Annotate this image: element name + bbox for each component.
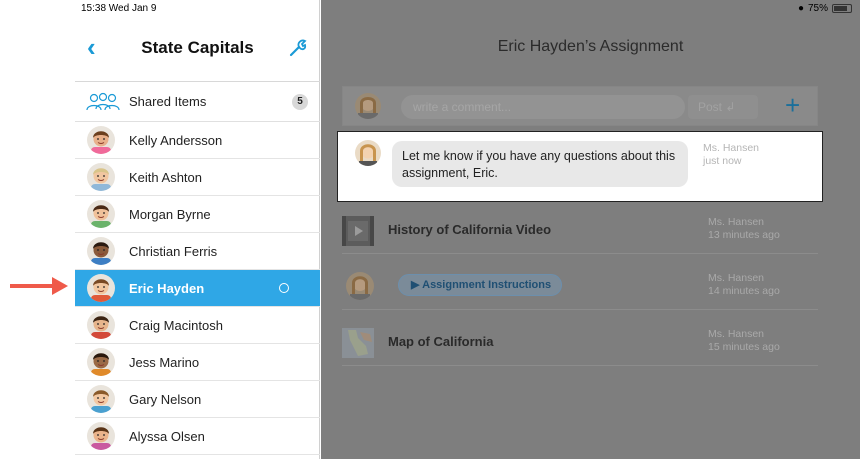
student-row[interactable]: Alyssa Olsen — [75, 418, 320, 455]
student-avatar — [87, 163, 115, 191]
sidebar-header: ‹ State Capitals — [75, 18, 320, 82]
status-right: ● 75% — [798, 3, 852, 14]
student-row[interactable]: Jess Marino — [75, 344, 320, 381]
student-avatar — [87, 237, 115, 265]
wrench-icon[interactable] — [286, 36, 308, 58]
student-row[interactable]: Craig Macintosh — [75, 307, 320, 344]
comment-input[interactable] — [401, 95, 685, 119]
student-avatar — [87, 422, 115, 450]
comment-bubble: Let me know if you have any questions ab… — [392, 141, 688, 187]
feed-author: Ms. Hansen — [708, 216, 765, 228]
feed-time: 15 minutes ago — [708, 341, 780, 353]
student-row[interactable]: Gary Nelson — [75, 381, 320, 418]
student-name: Morgan Byrne — [129, 207, 211, 222]
feed-meta: Ms. Hansen 15 minutes ago — [708, 328, 780, 354]
comment-meta: Ms. Hansen just now — [703, 142, 759, 168]
student-avatar — [87, 274, 115, 302]
student-row[interactable]: Christian Ferris — [75, 233, 320, 270]
sidebar: ‹ State Capitals Shared Items 5 Kelly An… — [75, 0, 320, 459]
feed-item-video[interactable]: History of California Video Ms. Hansen 1… — [342, 206, 818, 254]
shared-items-label: Shared Items — [129, 94, 207, 109]
comment-author: Ms. Hansen — [703, 142, 760, 154]
student-row[interactable]: Kelly Andersson — [75, 122, 320, 159]
student-name: Eric Hayden — [129, 281, 205, 296]
comment-time: just now — [703, 155, 742, 167]
feed-item-map[interactable]: Map of California Ms. Hansen 15 minutes … — [342, 318, 818, 366]
shared-count-badge: 5 — [292, 94, 308, 110]
status-time: 15:38 Wed Jan 9 — [81, 3, 157, 14]
main-panel: Eric Hayden’s Assignment Post ↲ + Let me… — [321, 0, 860, 459]
page-title: Eric Hayden’s Assignment — [497, 38, 684, 55]
student-name: Alyssa Olsen — [129, 429, 205, 444]
student-avatar — [87, 348, 115, 376]
teacher-avatar — [355, 93, 381, 119]
post-button[interactable]: Post ↲ — [688, 95, 758, 119]
play-icon: ▶ — [411, 279, 420, 291]
feed-time: 14 minutes ago — [708, 285, 780, 297]
assignment-instructions-button[interactable]: ▶ Assignment Instructions — [398, 274, 562, 296]
student-avatar — [87, 311, 115, 339]
student-row[interactable]: Eric Hayden — [75, 270, 320, 307]
feed-title: History of California Video — [388, 222, 552, 237]
add-item-button[interactable]: + — [785, 90, 800, 121]
feed-author: Ms. Hansen — [708, 328, 765, 340]
student-name: Jess Marino — [129, 355, 200, 370]
teacher-avatar — [355, 140, 381, 166]
map-icon — [342, 328, 374, 358]
battery-percent: 75% — [807, 3, 828, 14]
student-avatar — [87, 126, 115, 154]
people-icon — [86, 92, 120, 111]
student-row[interactable]: Morgan Byrne — [75, 196, 320, 233]
shared-items-row[interactable]: Shared Items 5 — [75, 82, 320, 122]
student-avatar — [87, 385, 115, 413]
sidebar-title: State Capitals — [141, 38, 254, 57]
pointer-arrow-icon — [10, 277, 68, 295]
wifi-icon: ● — [797, 3, 804, 14]
student-name: Craig Macintosh — [129, 318, 223, 333]
feed-time: 13 minutes ago — [708, 229, 780, 241]
send-icon: ↲ — [725, 100, 736, 114]
ipad-screen: 15:38 Wed Jan 9 ● 75% ‹ State Capitals S… — [75, 0, 860, 459]
battery-icon — [832, 4, 852, 13]
student-name: Keith Ashton — [129, 170, 202, 185]
loading-spinner-icon — [279, 283, 289, 293]
feed-item-audio[interactable]: ▶ Assignment Instructions Ms. Hansen 14 … — [342, 262, 818, 310]
teacher-avatar — [346, 272, 374, 300]
student-row[interactable]: Keith Ashton — [75, 159, 320, 196]
instructions-label: Assignment Instructions — [422, 279, 552, 291]
student-name: Kelly Andersson — [129, 133, 223, 148]
feed-meta: Ms. Hansen 13 minutes ago — [708, 216, 780, 242]
comment-card[interactable]: Let me know if you have any questions ab… — [337, 131, 823, 202]
video-icon — [342, 216, 374, 246]
student-list: Kelly Andersson Keith Ashton Morgan Byrne C… — [75, 122, 320, 455]
feed-author: Ms. Hansen — [708, 272, 765, 284]
student-name: Christian Ferris — [129, 244, 218, 259]
post-label: Post — [698, 100, 723, 114]
comment-bar: Post ↲ + — [342, 86, 818, 126]
feed-title: Map of California — [388, 334, 494, 349]
feed-meta: Ms. Hansen 14 minutes ago — [708, 272, 780, 298]
student-name: Gary Nelson — [129, 392, 202, 407]
student-avatar — [87, 200, 115, 228]
status-bar: 15:38 Wed Jan 9 ● 75% — [75, 0, 860, 18]
